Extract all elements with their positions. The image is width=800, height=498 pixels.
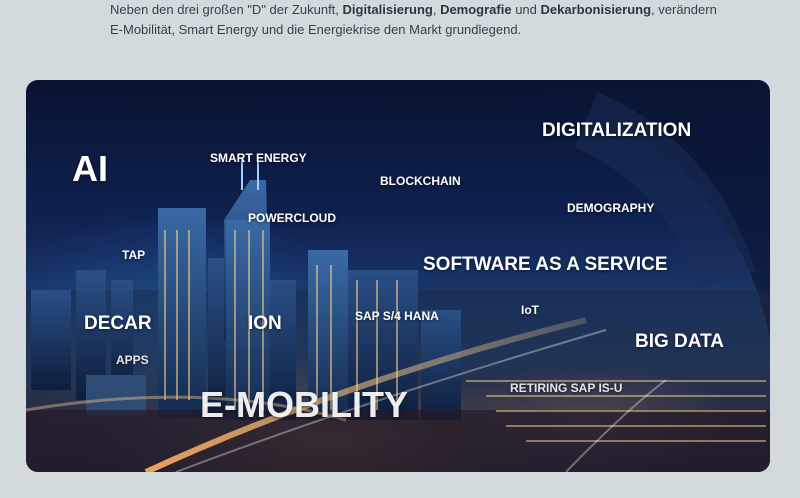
keyword-apps: APPS — [116, 353, 149, 367]
keyword-blockchain: BLOCKCHAIN — [380, 174, 461, 188]
keyword-smart-energy: SMART ENERGY — [210, 151, 307, 165]
keyword-tap: TAP — [122, 248, 146, 262]
keyword-software-as-a-service: SOFTWARE AS A SERVICE — [423, 254, 668, 275]
intro-text-1: Neben den drei großen "D" der Zukunft, — [110, 2, 343, 17]
keyword-e-mobility: E-MOBILITY — [200, 384, 408, 425]
intro-text-2: , — [432, 2, 441, 17]
keyword-demography: DEMOGRAPHY — [567, 201, 655, 215]
intro-bold-demografie: Demografie — [440, 2, 512, 17]
keyword-sap-s4-hana: SAP S/4 HANA — [355, 309, 439, 323]
keyword-big-data: BIG DATA — [635, 331, 725, 352]
intro-text-4: , verändern — [651, 2, 717, 17]
intro-bold-dekarbonisierung: Dekarbonisierung — [540, 2, 652, 17]
hero-image-city-keywords: AI SMART ENERGY BLOCKCHAIN DIGITALIZATIO… — [26, 80, 770, 472]
intro-line-2: E-Mobilität, Smart Energy und die Energi… — [110, 22, 522, 37]
keyword-digitalization: DIGITALIZATION — [542, 120, 692, 141]
intro-line-1: Neben den drei großen "D" der Zukunft, D… — [110, 0, 750, 20]
keyword-powercloud: POWERCLOUD — [248, 211, 336, 225]
keyword-iot: IoT — [521, 303, 539, 317]
keyword-ai: AI — [72, 148, 108, 189]
keyword-retiring-sap-is-u: RETIRING SAP IS-U — [510, 381, 623, 395]
keyword-ion: ION — [248, 313, 282, 334]
keyword-decar: DECAR — [84, 313, 152, 334]
intro-bold-digitalisierung: Digitalisierung — [342, 2, 433, 17]
intro-paragraph: Neben den drei großen "D" der Zukunft, D… — [110, 0, 750, 40]
intro-text-3: und — [511, 2, 541, 17]
